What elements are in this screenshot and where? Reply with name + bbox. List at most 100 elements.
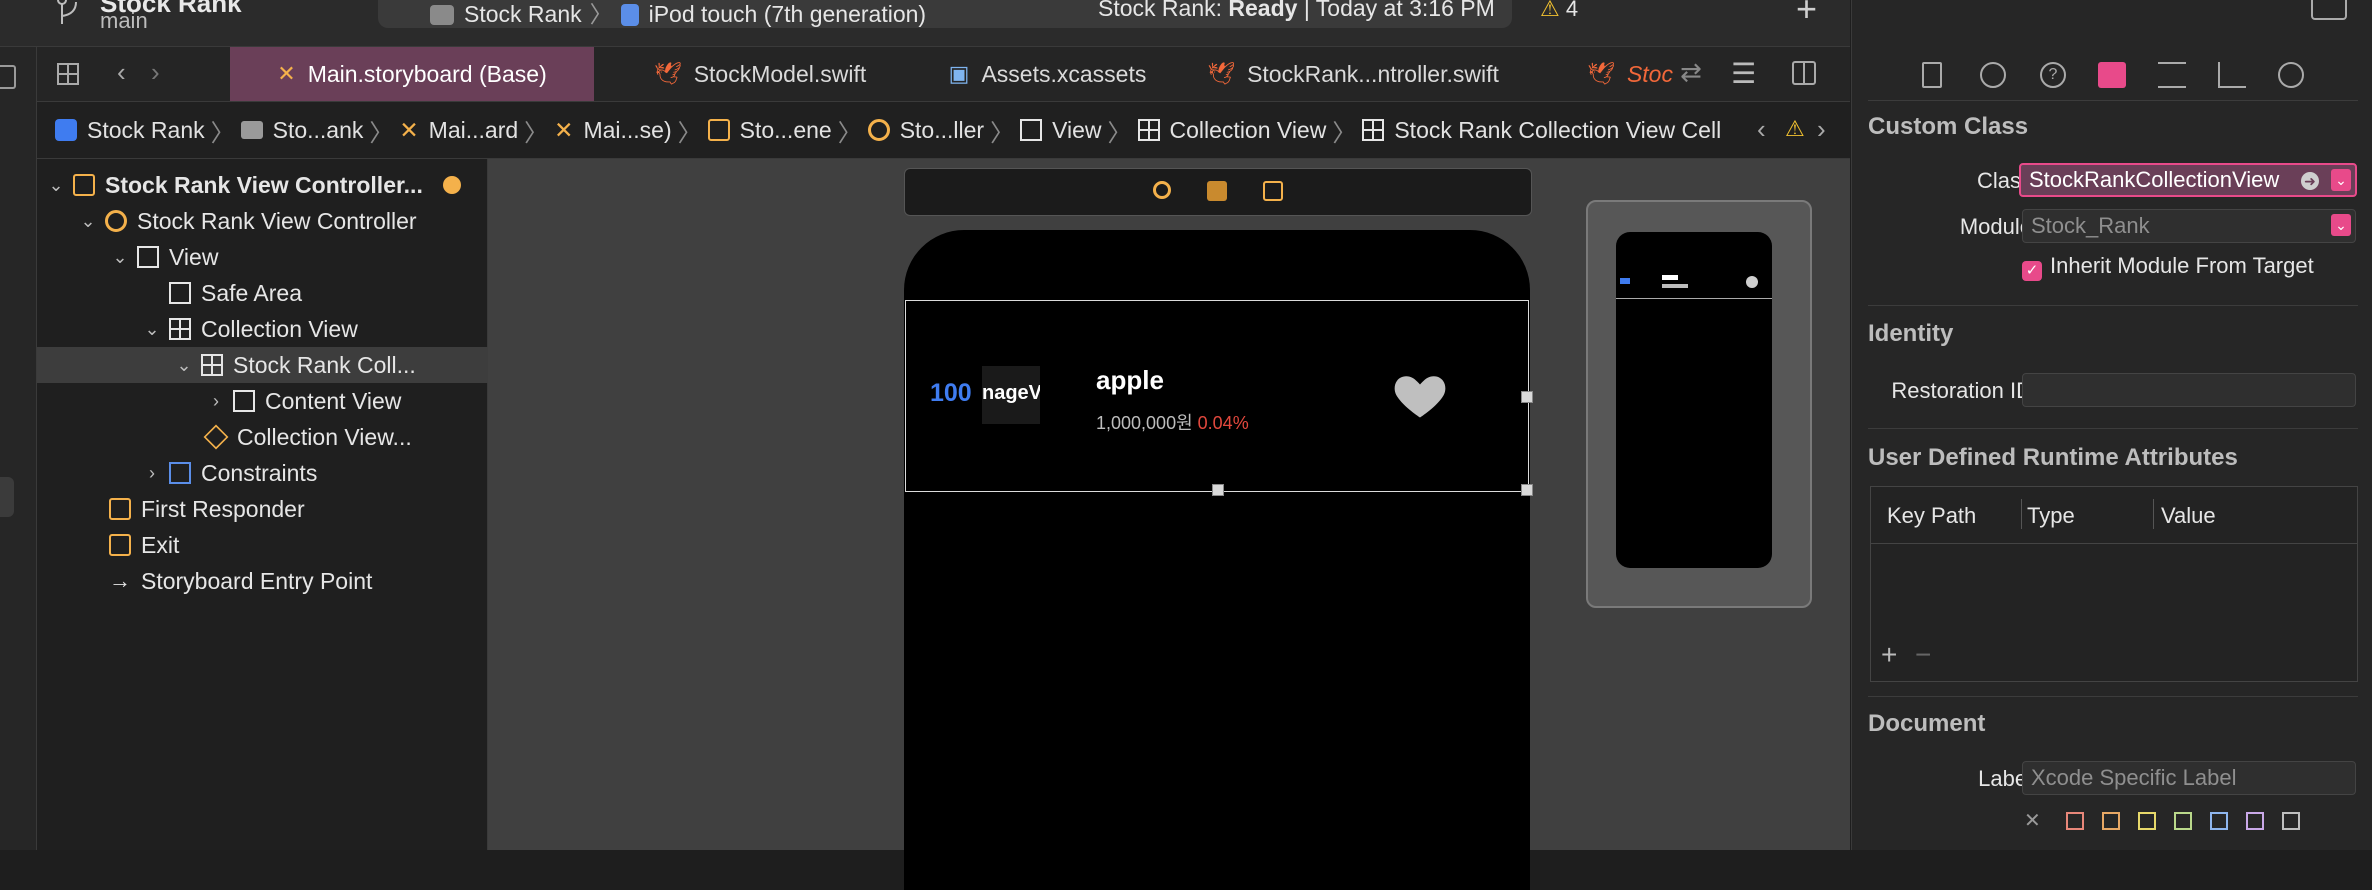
breadcrumb-item[interactable]: Sto...ller [900, 117, 984, 144]
next-issue-button[interactable]: › [1817, 114, 1826, 145]
constraints-icon [169, 462, 191, 484]
outline-entry-point-row[interactable]: → Storyboard Entry Point [37, 563, 559, 599]
tab-label: Main.storyboard (Base) [307, 60, 547, 87]
outline-vc-row[interactable]: ⌄ Stock Rank View Controller [37, 203, 527, 239]
size-inspector-icon[interactable] [2218, 62, 2246, 88]
outline-view-row[interactable]: ⌄ View [37, 239, 559, 275]
inherit-module-row[interactable]: ✓ Inherit Module From Target [2022, 253, 2314, 281]
outline-scene-row[interactable]: ⌄ Stock Rank View Controller... [37, 167, 495, 203]
add-editor-icon[interactable] [1792, 61, 1816, 85]
swatch-green[interactable] [2174, 812, 2192, 830]
class-dropdown-icon[interactable]: ⌄ [2331, 169, 2351, 191]
back-button[interactable]: ‹ [117, 57, 126, 88]
runtime-attributes-heading: User Defined Runtime Attributes [1868, 444, 2238, 471]
checkbox-checked[interactable]: ✓ [2022, 261, 2042, 281]
tab-main-storyboard[interactable]: ✕ Main.storyboard (Base) [230, 47, 594, 101]
collection-view-icon [1137, 119, 1160, 141]
outline-label: Content View [265, 387, 402, 414]
module-dropdown-icon[interactable]: ⌄ [2331, 214, 2351, 236]
disclosure-right-icon[interactable]: › [205, 391, 227, 412]
col-value[interactable]: Value [2161, 503, 2216, 529]
attributes-inspector-icon[interactable] [2158, 62, 2186, 88]
class-field[interactable]: StockRankCollectionView ➜ ⌄ [2019, 163, 2357, 197]
go-to-class-icon[interactable]: ➜ [2301, 172, 2319, 190]
disclosure-down-icon[interactable]: ⌄ [173, 355, 195, 376]
disclosure-down-icon[interactable]: ⌄ [109, 247, 131, 268]
history-inspector-icon[interactable] [1980, 62, 2006, 88]
warning-icon[interactable]: ⚠ [1785, 116, 1805, 142]
stock-rank-cell[interactable]: 100 nageV apple 1,000,000원 0.04% [905, 300, 1533, 496]
col-key-path[interactable]: Key Path [1887, 503, 1976, 529]
breadcrumb-item[interactable]: Sto...ank [273, 117, 364, 144]
breadcrumb-item[interactable]: Stock Rank [87, 117, 205, 144]
col-divider [2153, 499, 2154, 529]
forward-button[interactable]: › [151, 57, 160, 88]
tab-stockrank-controller[interactable]: 🕊 StockRank...ntroller.swift [1183, 47, 1523, 101]
breadcrumb-item[interactable]: Mai...se) [583, 117, 671, 144]
swatch-red[interactable] [2066, 812, 2084, 830]
runtime-attributes-table[interactable]: Key Path Type Value + − [1870, 486, 2358, 682]
module-field[interactable]: Stock_Rank ⌄ [2022, 209, 2356, 243]
navigator-toggle-icon[interactable] [0, 65, 16, 89]
swatch-yellow[interactable] [2138, 812, 2156, 830]
restoration-id-field[interactable] [2022, 373, 2356, 407]
breadcrumb-item[interactable]: Sto...ene [740, 117, 832, 144]
class-value: StockRankCollectionView [2029, 167, 2280, 192]
breadcrumb-item[interactable]: View [1052, 117, 1101, 144]
resize-handle-corner[interactable] [1521, 484, 1533, 496]
first-responder-icon[interactable] [1207, 181, 1227, 201]
disclosure-down-icon[interactable]: ⌄ [45, 175, 67, 196]
connections-inspector-icon[interactable] [2278, 62, 2304, 88]
disclosure-down-icon[interactable]: ⌄ [141, 319, 163, 340]
breadcrumb-item[interactable]: Mai...ard [429, 117, 518, 144]
tab-stockmodel[interactable]: 🕊 StockModel.swift [605, 47, 915, 101]
resize-handle-bottom[interactable] [1212, 484, 1224, 496]
help-inspector-icon[interactable]: ? [2040, 62, 2066, 88]
minimap-rank [1620, 278, 1630, 284]
status-prefix: Stock Rank: [1098, 0, 1222, 21]
grid-view-icon[interactable] [57, 63, 79, 85]
exit-icon[interactable] [1263, 181, 1283, 201]
swift-icon: 🕊 [1587, 61, 1615, 86]
resize-handle-right[interactable] [1521, 391, 1533, 403]
outline-label: Collection View [201, 315, 358, 342]
warning-indicator[interactable]: ⚠ 4 [1540, 0, 1578, 22]
status-state: Ready [1228, 0, 1298, 21]
library-plus-button[interactable]: + [1796, 0, 1817, 30]
scheme-label[interactable]: Stock Rank 〉 iPod touch (7th generation) [430, 0, 926, 29]
swatch-orange[interactable] [2102, 812, 2120, 830]
jump-bar: Stock Rank 〉 Sto...ank 〉 ✕ Mai...ard 〉 ✕ Mai.… [37, 102, 1850, 159]
remove-attribute-button[interactable]: − [1915, 639, 1931, 671]
swatch-blue[interactable] [2210, 812, 2228, 830]
disclosure-right-icon[interactable]: › [141, 463, 163, 484]
outline-first-responder-row[interactable]: First Responder [37, 491, 559, 527]
file-inspector-icon[interactable] [1922, 62, 1942, 88]
status-time: | Today at 3:16 PM [1303, 0, 1495, 21]
document-label-field[interactable]: Xcode Specific Label [2022, 761, 2356, 795]
view-icon [137, 246, 159, 268]
swatch-purple[interactable] [2246, 812, 2264, 830]
previous-issue-button[interactable]: ‹ [1757, 114, 1766, 145]
tab-assets[interactable]: ▣ Assets.xcassets [915, 47, 1180, 101]
col-type[interactable]: Type [2027, 503, 2075, 529]
class-label: Class [1976, 168, 2032, 193]
toolbar: Stock Rank main Stock Rank 〉 iPod touch (7… [0, 0, 1850, 47]
view-controller-icon[interactable] [1153, 181, 1171, 199]
breadcrumb-item[interactable]: Collection View [1170, 117, 1327, 144]
breadcrumb-item[interactable]: Stock Rank Collection View Cell [1394, 117, 1721, 144]
editor-options-icon[interactable]: ☰ [1731, 57, 1756, 90]
outline-label: Constraints [201, 459, 318, 486]
swap-icon[interactable]: ⇄ [1680, 57, 1702, 88]
inspector-toggle-icon[interactable] [2311, 0, 2347, 20]
identity-inspector-icon[interactable] [2098, 62, 2126, 88]
heart-icon [1394, 376, 1446, 418]
scene-icon [707, 119, 730, 141]
disclosure-down-icon[interactable]: ⌄ [77, 211, 99, 232]
add-attribute-button[interactable]: + [1881, 639, 1897, 671]
swatch-gray[interactable] [2282, 812, 2300, 830]
change-label: 0.04% [1197, 413, 1249, 433]
no-color-icon[interactable]: ✕ [2024, 808, 2041, 833]
rail-selection-marker [0, 477, 14, 517]
divider [1868, 305, 2358, 306]
outline-exit-row[interactable]: Exit [37, 527, 559, 563]
